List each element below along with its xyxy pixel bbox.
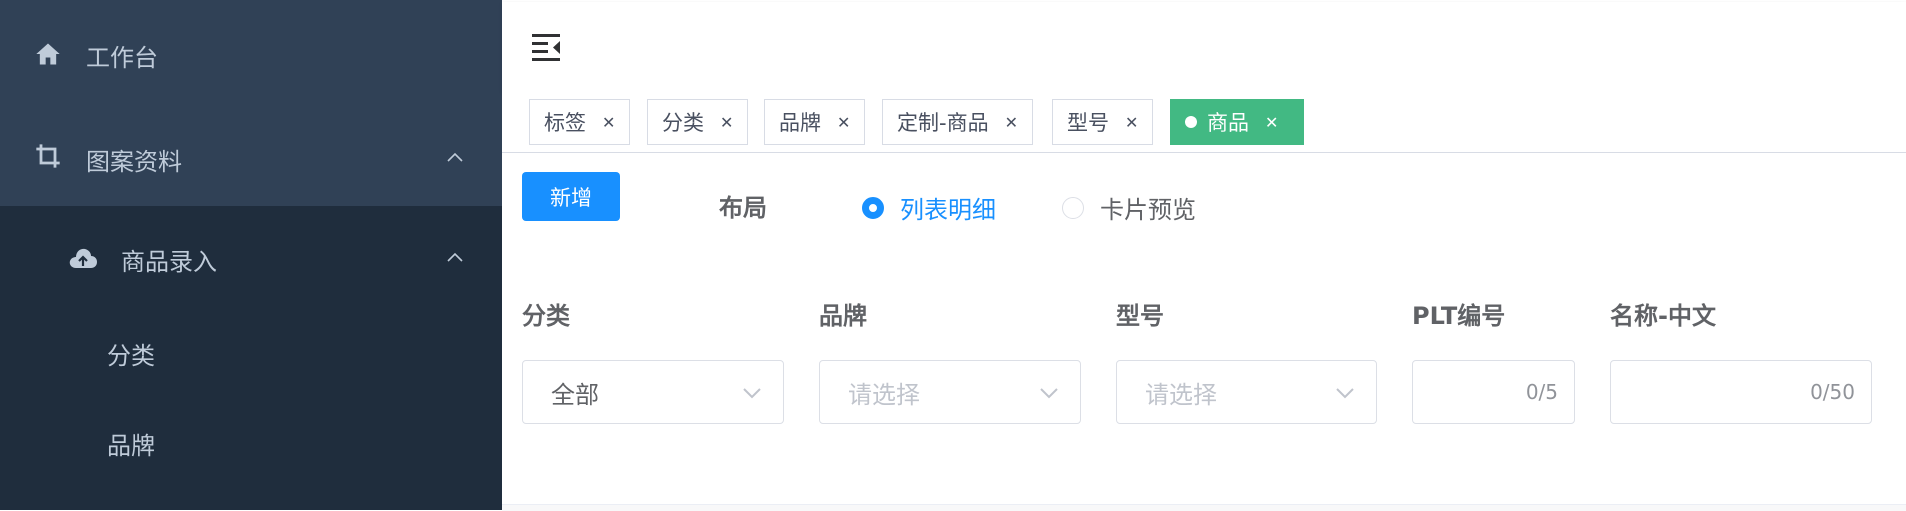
name-cn-input[interactable]: 0/50 xyxy=(1610,360,1872,424)
brand-select[interactable]: 请选择 xyxy=(819,360,1081,424)
sidebar-item-label: 工作台 xyxy=(86,44,158,72)
name-cn-label: 名称-中文 xyxy=(1610,302,1716,330)
chevron-down-icon xyxy=(1334,382,1356,404)
sidebar-item-label: 图案资料 xyxy=(86,148,182,176)
tag-category[interactable]: 分类 ✕ xyxy=(647,99,749,145)
sidebar-item-label: 品牌 xyxy=(107,432,155,460)
radio-list-detail[interactable]: 列表明细 xyxy=(862,190,996,225)
chevron-up-icon xyxy=(444,146,466,168)
radio-unchecked-icon xyxy=(1062,196,1084,219)
tag-text: 商品 xyxy=(1207,111,1249,135)
chevron-up-icon xyxy=(444,246,466,268)
add-button[interactable]: 新增 xyxy=(522,172,620,221)
model-select[interactable]: 请选择 xyxy=(1116,360,1377,424)
model-label: 型号 xyxy=(1116,302,1164,330)
chevron-down-icon xyxy=(1038,382,1060,404)
select-placeholder: 请选择 xyxy=(1145,380,1217,409)
select-placeholder: 请选择 xyxy=(848,380,920,409)
sidebar-item-workbench[interactable]: 工作台 xyxy=(0,0,502,108)
chevron-down-icon xyxy=(741,382,763,404)
tag-text: 品牌 xyxy=(779,111,821,135)
tag-custom-product[interactable]: 定制-商品 ✕ xyxy=(882,99,1033,145)
close-icon[interactable]: ✕ xyxy=(720,113,733,132)
close-icon[interactable]: ✕ xyxy=(1125,113,1138,132)
char-count: 0/50 xyxy=(1810,380,1855,404)
sidebar-item-category[interactable]: 分类 xyxy=(0,308,502,394)
close-icon[interactable]: ✕ xyxy=(1005,113,1018,132)
tag-product-active[interactable]: 商品 ✕ xyxy=(1170,99,1304,145)
category-label: 分类 xyxy=(522,302,570,330)
close-icon[interactable]: ✕ xyxy=(1265,113,1278,132)
select-value: 全部 xyxy=(551,380,599,409)
active-dot-icon xyxy=(1185,116,1197,128)
brand-label: 品牌 xyxy=(819,302,867,330)
char-count: 0/5 xyxy=(1525,380,1558,404)
plt-number-label: PLT编号 xyxy=(1412,302,1506,330)
radio-card-preview[interactable]: 卡片预览 xyxy=(1062,190,1196,225)
tag-text: 分类 xyxy=(662,111,704,135)
tag-text: 标签 xyxy=(544,111,586,135)
sidebar: 工作台 图案资料 商品录入 分类 品牌 xyxy=(0,0,502,510)
close-icon[interactable]: ✕ xyxy=(602,113,615,132)
close-icon[interactable]: ✕ xyxy=(837,113,850,132)
tag-text: 定制-商品 xyxy=(897,111,989,135)
navbar xyxy=(502,2,1906,92)
layout-label: 布局 xyxy=(719,194,767,222)
menu-fold-icon[interactable] xyxy=(530,30,564,64)
radio-label: 列表明细 xyxy=(900,196,996,224)
radio-label: 卡片预览 xyxy=(1100,196,1196,224)
crop-icon xyxy=(34,142,62,170)
main-content: 标签 ✕ 分类 ✕ 品牌 ✕ 定制-商品 ✕ 型号 ✕ 商品 ✕ 新增 布局 列表明细 卡片… xyxy=(502,0,1906,511)
sidebar-item-pattern-data[interactable]: 图案资料 xyxy=(0,108,502,206)
plt-number-input[interactable]: 0/5 xyxy=(1412,360,1575,424)
radio-checked-icon xyxy=(862,196,884,219)
tag-text: 型号 xyxy=(1067,111,1109,135)
sidebar-item-label: 分类 xyxy=(107,342,155,370)
sidebar-item-product-entry[interactable]: 商品录入 xyxy=(0,206,502,308)
sidebar-item-brand[interactable]: 品牌 xyxy=(0,394,502,490)
tag-brand[interactable]: 品牌 ✕ xyxy=(764,99,866,145)
cloud-upload-icon xyxy=(68,244,98,272)
home-icon xyxy=(34,40,62,68)
sidebar-item-label: 商品录入 xyxy=(121,248,217,276)
category-select[interactable]: 全部 xyxy=(522,360,784,424)
tag-label[interactable]: 标签 ✕ xyxy=(529,99,631,145)
tag-model[interactable]: 型号 ✕ xyxy=(1052,99,1154,145)
tags-view: 标签 ✕ 分类 ✕ 品牌 ✕ 定制-商品 ✕ 型号 ✕ 商品 ✕ xyxy=(502,92,1906,153)
